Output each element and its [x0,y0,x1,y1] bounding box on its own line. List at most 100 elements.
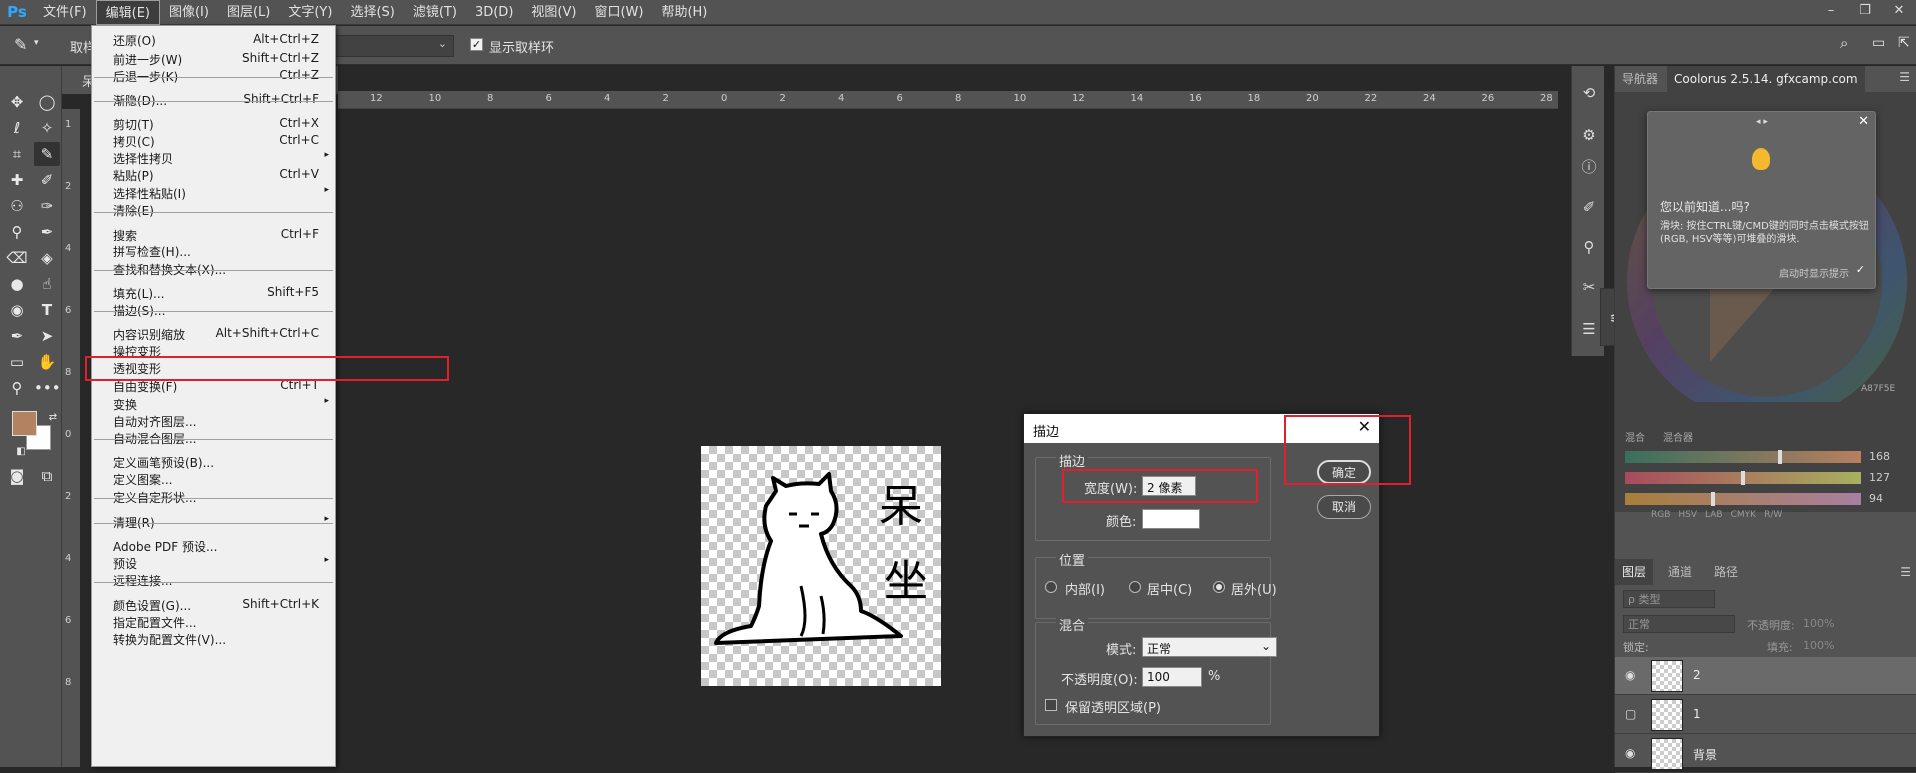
brush-tool-icon[interactable]: ✐ [34,168,60,192]
foreground-color-swatch[interactable] [12,411,37,436]
eye-icon[interactable]: ◉ [1625,746,1635,760]
menu-item-stroke[interactable]: 描边(S)... [92,299,335,319]
move-tool-icon[interactable]: ✥ [4,90,30,114]
tab-paths[interactable]: 路径 [1707,559,1745,585]
brush-settings-icon[interactable]: ✐ [1578,196,1600,218]
menu-image[interactable]: 图像(I) [160,0,218,25]
workspace-icon[interactable]: ▭ [1872,35,1885,51]
lasso-tool-icon[interactable]: ℓ [4,116,30,140]
color-mode-cmyk-button[interactable]: CMYK [1731,510,1756,520]
cancel-button[interactable]: 取消 [1317,495,1371,519]
menu-edit[interactable]: 编辑(E) [95,0,160,25]
eye-icon[interactable]: ◉ [1625,668,1635,682]
history-icon[interactable]: ⟲ [1578,82,1600,104]
clone-stamp-icon[interactable]: ⚇ [4,194,30,218]
clone-source-icon[interactable]: ⚲ [1578,236,1600,258]
show-tips-checkbox[interactable]: ✓ [1856,263,1865,276]
stamp-icon[interactable]: ⚲ [4,220,30,244]
color-mode-rgb-button[interactable]: RGB [1651,510,1670,520]
layer-row[interactable]: ▢ 1 [1615,696,1916,734]
menu-item-define-shape[interactable]: 定义自定形状... [92,486,335,506]
menu-layer[interactable]: 图层(L) [218,0,279,25]
menu-item-fade[interactable]: 渐隐(D)... Shift+Ctrl+F [92,89,335,109]
healing-brush-icon[interactable]: ✚ [4,168,30,192]
more-tools-icon[interactable]: ••• [34,376,61,400]
preserve-transparency-checkbox[interactable] [1045,699,1057,711]
slider-r-knob[interactable] [1778,450,1783,464]
tab-channels[interactable]: 通道 [1661,559,1699,585]
menu-item-step-backward[interactable]: 后退一步(K) Ctrl+Z [92,65,335,85]
zoom-tool-icon[interactable]: ⚲ [4,376,30,400]
tools-icon[interactable]: ✂ [1578,276,1600,298]
color-swatch[interactable] [1142,509,1200,529]
eraser-tool-icon[interactable]: ⌫ [4,246,30,270]
fill-value[interactable]: 100% [1803,639,1834,652]
swap-colors-icon[interactable]: ⇄ [40,406,66,430]
mode-select[interactable]: 正常 ⌄ [1142,637,1277,657]
show-ring-checkbox[interactable]: ✓ [470,38,483,51]
mix-tab[interactable]: 混合 [1625,429,1645,444]
restore-button[interactable]: ❐ [1848,0,1882,25]
menu-item-convert-profile[interactable]: 转换为配置文件(V)... [92,628,335,648]
slider-b[interactable] [1625,492,1861,506]
art-brush-icon[interactable]: ✒ [34,220,60,244]
radio-outside[interactable] [1213,581,1225,593]
pen-tool-icon[interactable]: ✒ [4,324,30,348]
menu-item-purge[interactable]: 清理(R) ▸ [92,511,335,531]
path-select-icon[interactable]: ➤ [34,324,60,348]
menu-type[interactable]: 文字(Y) [279,0,341,25]
menu-item-spell-check[interactable]: 拼写检查(H)... [92,240,335,260]
blend-mode-select[interactable]: 正常 [1623,615,1735,633]
properties-icon[interactable]: ⚙ [1578,124,1600,146]
menu-item-clear[interactable]: 清除(E) [92,199,335,219]
sample-layers-select[interactable]: ⌄ [330,35,454,57]
chevron-down-icon[interactable]: ▾ [34,38,39,48]
menu-item-define-pattern[interactable]: 定义图案... [92,468,335,488]
panel-menu-icon[interactable]: ☰ [1900,565,1911,579]
hand-tool-icon[interactable]: ✋ [34,350,60,374]
menu-help[interactable]: 帮助(H) [652,0,716,25]
layer-name[interactable]: 1 [1693,707,1701,721]
marquee-tool-icon[interactable]: ◯ [34,90,60,114]
eyedropper-icon[interactable]: ✎ [14,35,27,54]
color-mode-hsv-button[interactable]: HSV [1678,510,1697,520]
rectangle-tool-icon[interactable]: ▭ [4,350,30,374]
dodge-tool-icon[interactable]: ◉ [4,298,30,322]
mixer-tab[interactable]: 混合器 [1663,429,1693,444]
menu-window[interactable]: 窗口(W) [585,0,652,25]
slider-g-value[interactable]: 127 [1869,471,1890,484]
minimize-button[interactable]: – [1814,0,1848,25]
color-mode-rw-button[interactable]: R/W [1764,510,1782,520]
visibility-toggle[interactable]: ▢ [1625,707,1636,721]
menu-filter[interactable]: 滤镜(T) [404,0,466,25]
menu-view[interactable]: 视图(V) [522,0,585,25]
tab-layers[interactable]: 图层 [1615,559,1654,585]
panel-menu-icon[interactable]: ☰ [1899,70,1910,84]
tab-navigator[interactable]: 导航器 [1615,66,1665,92]
slider-g[interactable] [1625,471,1861,485]
paint-bucket-icon[interactable]: ◈ [34,246,60,270]
slider-r-value[interactable]: 168 [1869,450,1890,463]
screen-mode-icon[interactable]: ⧉ [34,464,60,488]
radio-inside[interactable] [1045,581,1057,593]
opacity-input[interactable]: 100 [1142,667,1202,687]
quick-select-icon[interactable]: ✧ [34,116,60,140]
menu-item-auto-blend[interactable]: 自动混合图层... [92,427,335,447]
info-icon[interactable]: ⓘ [1578,156,1600,178]
history-brush-icon[interactable]: ✑ [34,194,60,218]
type-tool-icon[interactable]: T [34,298,60,322]
layer-row[interactable]: ◉ 2 [1615,657,1916,695]
adjustments-icon[interactable]: ☰ [1578,318,1600,340]
menu-item-remote-connections[interactable]: 远程连接... [92,569,335,589]
opacity-value[interactable]: 100% [1803,617,1834,630]
layer-name[interactable]: 2 [1693,668,1701,682]
radio-center[interactable] [1129,581,1141,593]
layer-row[interactable]: ◉ 背景 [1615,735,1916,773]
tip-nav[interactable]: ◂ ▸ [1756,117,1768,127]
menu-item-find-replace[interactable]: 查找和替换文本(X)... [92,258,335,278]
default-colors-icon[interactable]: ◧ [8,440,34,464]
crop-tool-icon[interactable]: ⌗ [4,142,30,166]
slider-r[interactable] [1625,450,1861,464]
smudge-tool-icon[interactable]: ☝ [34,272,60,296]
layer-filter-select[interactable]: ρ 类型 [1623,590,1715,608]
